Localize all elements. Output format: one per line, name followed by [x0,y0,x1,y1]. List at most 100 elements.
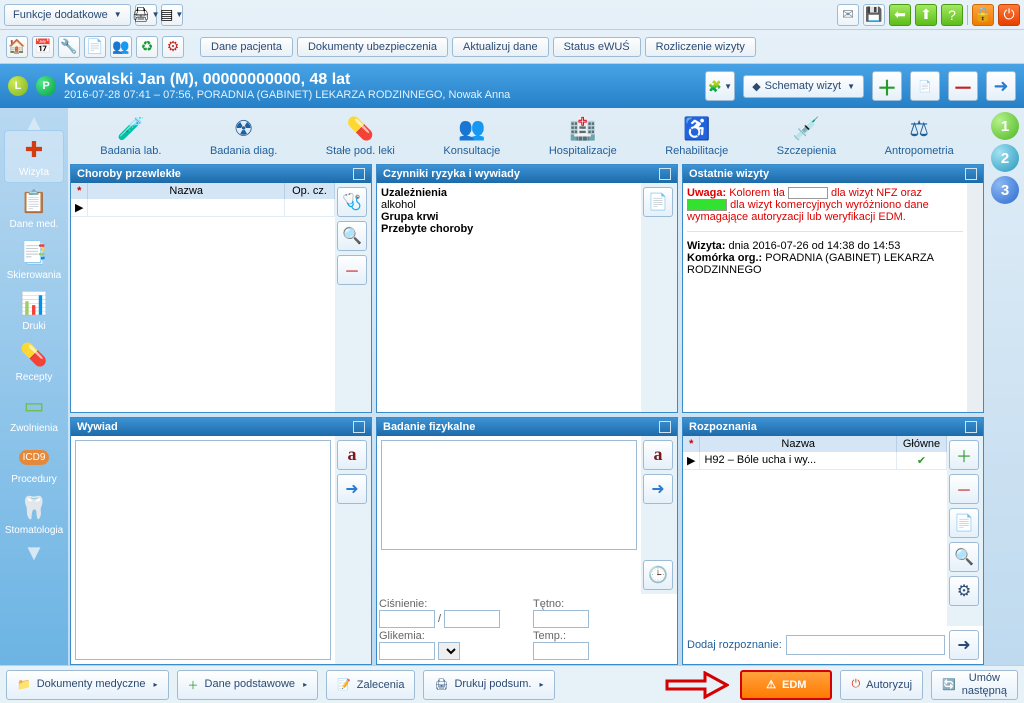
th-glowne[interactable]: Główne [897,436,947,452]
extra-functions-label: Funkcje dodatkowe [13,9,108,21]
dane-pacjenta-button[interactable]: Dane pacjenta [200,37,293,57]
stethoscope-icon[interactable]: 🩺 [337,187,367,217]
a-tool-icon[interactable]: a [337,440,367,470]
cat-konsultacje[interactable]: 👥Konsultacje [443,115,500,157]
scrollbar[interactable] [967,183,983,412]
calendar-icon[interactable]: 📅 [32,36,54,58]
table-row[interactable]: ▶ H92 – Bóle ucha i wy... ✔ [683,452,947,470]
minus-icon[interactable]: － [949,474,979,504]
nav-scroll-down[interactable]: ▼ [19,540,49,560]
power-icon[interactable]: ⏻ [998,4,1020,26]
dodaj-rozpoznanie-input[interactable] [786,635,945,655]
cat-badania-lab[interactable]: 🧪Badania lab. [100,115,161,157]
forward-blue-icon[interactable]: ➜ [337,474,367,504]
autoryzuj-button[interactable]: ⏻ Autoryzuj [840,670,923,700]
clock-icon[interactable]: 🕒 [643,560,673,590]
nav-procedury[interactable]: ICD9 Procedury [4,438,64,489]
step-1-badge[interactable]: 1 [991,112,1019,140]
cat-label: Rehabilitacje [665,145,728,157]
rozliczenie-wizyty-button[interactable]: Rozliczenie wizyty [645,37,756,57]
search-doc-icon[interactable]: 🔍 [337,221,367,251]
nav-zwolnienia[interactable]: ▭ Zwolnienia [4,387,64,438]
zalecenia-button[interactable]: 📝 Zalecenia [326,670,415,700]
puzzle-dropdown[interactable]: 🧩▼ [705,71,735,101]
badanie-textarea[interactable] [381,440,637,550]
home-icon[interactable]: 🏠 [6,36,28,58]
settings-tool-icon[interactable]: ⚙ [949,576,979,606]
doc-gray-icon[interactable]: 📄 [910,71,940,101]
lock-icon[interactable]: 🔒 [972,4,994,26]
cat-hospitalizacje[interactable]: 🏥Hospitalizacje [549,115,617,157]
wywiad-textarea[interactable] [75,440,331,661]
tetno-input[interactable] [533,610,589,628]
document-icon[interactable]: 📄 [84,36,106,58]
maximize-icon[interactable] [353,168,365,180]
forward-arrow-icon[interactable]: ➜ [986,71,1016,101]
drukuj-podsum-button[interactable]: 🖨 Drukuj podsum. ▸ [423,670,554,700]
nav-label: Dane med. [10,219,59,230]
edm-button[interactable]: ⚠ EDM [740,670,832,700]
minus-icon[interactable]: － [337,255,367,285]
forward-blue-icon[interactable]: ➜ [643,474,673,504]
cat-szczepienia[interactable]: 💉Szczepienia [777,115,836,157]
th-nazwa[interactable]: Nazwa [88,183,285,199]
save-icon[interactable]: 💾 [863,4,885,26]
status-ewus-button[interactable]: Status eWUŚ [553,37,641,57]
glikemia-unit-select[interactable] [438,642,460,660]
th-nazwa[interactable]: Nazwa [700,436,897,452]
nav-label: Recepty [16,372,53,383]
up-arrow-icon[interactable]: ⬆ [915,4,937,26]
contacts-icon[interactable]: 👥 [110,36,132,58]
plus-icon[interactable]: ＋ [949,440,979,470]
step-2-badge[interactable]: 2 [991,144,1019,172]
nav-druki[interactable]: 📊 Druki [4,285,64,336]
add-green-icon[interactable]: ＋ [872,71,902,101]
edit-doc-icon[interactable]: 📄 [643,187,673,217]
dokumenty-ubezp-button[interactable]: Dokumenty ubezpieczenia [297,37,448,57]
glikemia-input[interactable] [379,642,435,660]
back-arrow-icon[interactable]: ⬅ [889,4,911,26]
dodaj-go-icon[interactable]: ➜ [949,630,979,660]
nav-label: Wizyta [19,167,49,178]
cat-stale-leki[interactable]: 💊Stałe pod. leki [326,115,395,157]
schemes-dropdown[interactable]: ◆ Schematy wizyt ▼ [743,75,864,98]
cat-rehabilitacje[interactable]: ♿Rehabilitacje [665,115,728,157]
dane-podstawowe-button[interactable]: ＋ Dane podstawowe ▸ [177,670,319,700]
content-area: 🧪Badania lab. ☢Badania diag. 💊Stałe pod.… [68,108,986,665]
chevron-down-icon: ▼ [114,10,122,19]
step-3-badge[interactable]: 3 [991,176,1019,204]
maximize-icon[interactable] [965,421,977,433]
nav-skierowania[interactable]: 📑 Skierowania [4,234,64,285]
print-dropdown[interactable]: 🖨▼ [135,4,157,26]
nav-wizyta[interactable]: ✚ Wizyta [4,130,64,183]
temp-input[interactable] [533,642,589,660]
maximize-icon[interactable] [659,421,671,433]
a-tool-icon[interactable]: a [643,440,673,470]
refresh-icon[interactable]: ♻ [136,36,158,58]
extra-functions-dropdown[interactable]: Funkcje dodatkowe ▼ [4,4,131,26]
nav-dane-med[interactable]: 📋 Dane med. [4,183,64,234]
remove-red-icon[interactable]: － [948,71,978,101]
maximize-icon[interactable] [659,168,671,180]
cat-antropometria[interactable]: ⚖Antropometria [885,115,954,157]
maximize-icon[interactable] [353,421,365,433]
doc-tool-icon[interactable]: 📄 [949,508,979,538]
cisnienie-sys-input[interactable] [379,610,435,628]
th-opcz[interactable]: Op. cz. [285,183,335,199]
maximize-icon[interactable] [965,168,977,180]
layout-dropdown[interactable]: ▤▼ [161,4,183,26]
cisnienie-dia-input[interactable] [444,610,500,628]
nav-scroll-up[interactable]: ▲ [19,110,49,130]
nav-stomatologia[interactable]: 🦷 Stomatologia [4,489,64,540]
umow-nastepna-button[interactable]: 🔄 Umów następną [931,670,1018,700]
gear-icon[interactable]: ⚙ [162,36,184,58]
table-row[interactable]: ▶ [71,199,335,217]
aktualizuj-dane-button[interactable]: Aktualizuj dane [452,37,549,57]
wrench-icon[interactable]: 🔧 [58,36,80,58]
nav-recepty[interactable]: 💊 Recepty [4,336,64,387]
help-icon[interactable]: ? [941,4,963,26]
search-star-icon[interactable]: 🔍 [949,542,979,572]
cat-badania-diag[interactable]: ☢Badania diag. [210,115,277,157]
dokumenty-medyczne-button[interactable]: 📁 Dokumenty medyczne ▸ [6,670,169,700]
mail-icon[interactable]: ✉ [837,4,859,26]
